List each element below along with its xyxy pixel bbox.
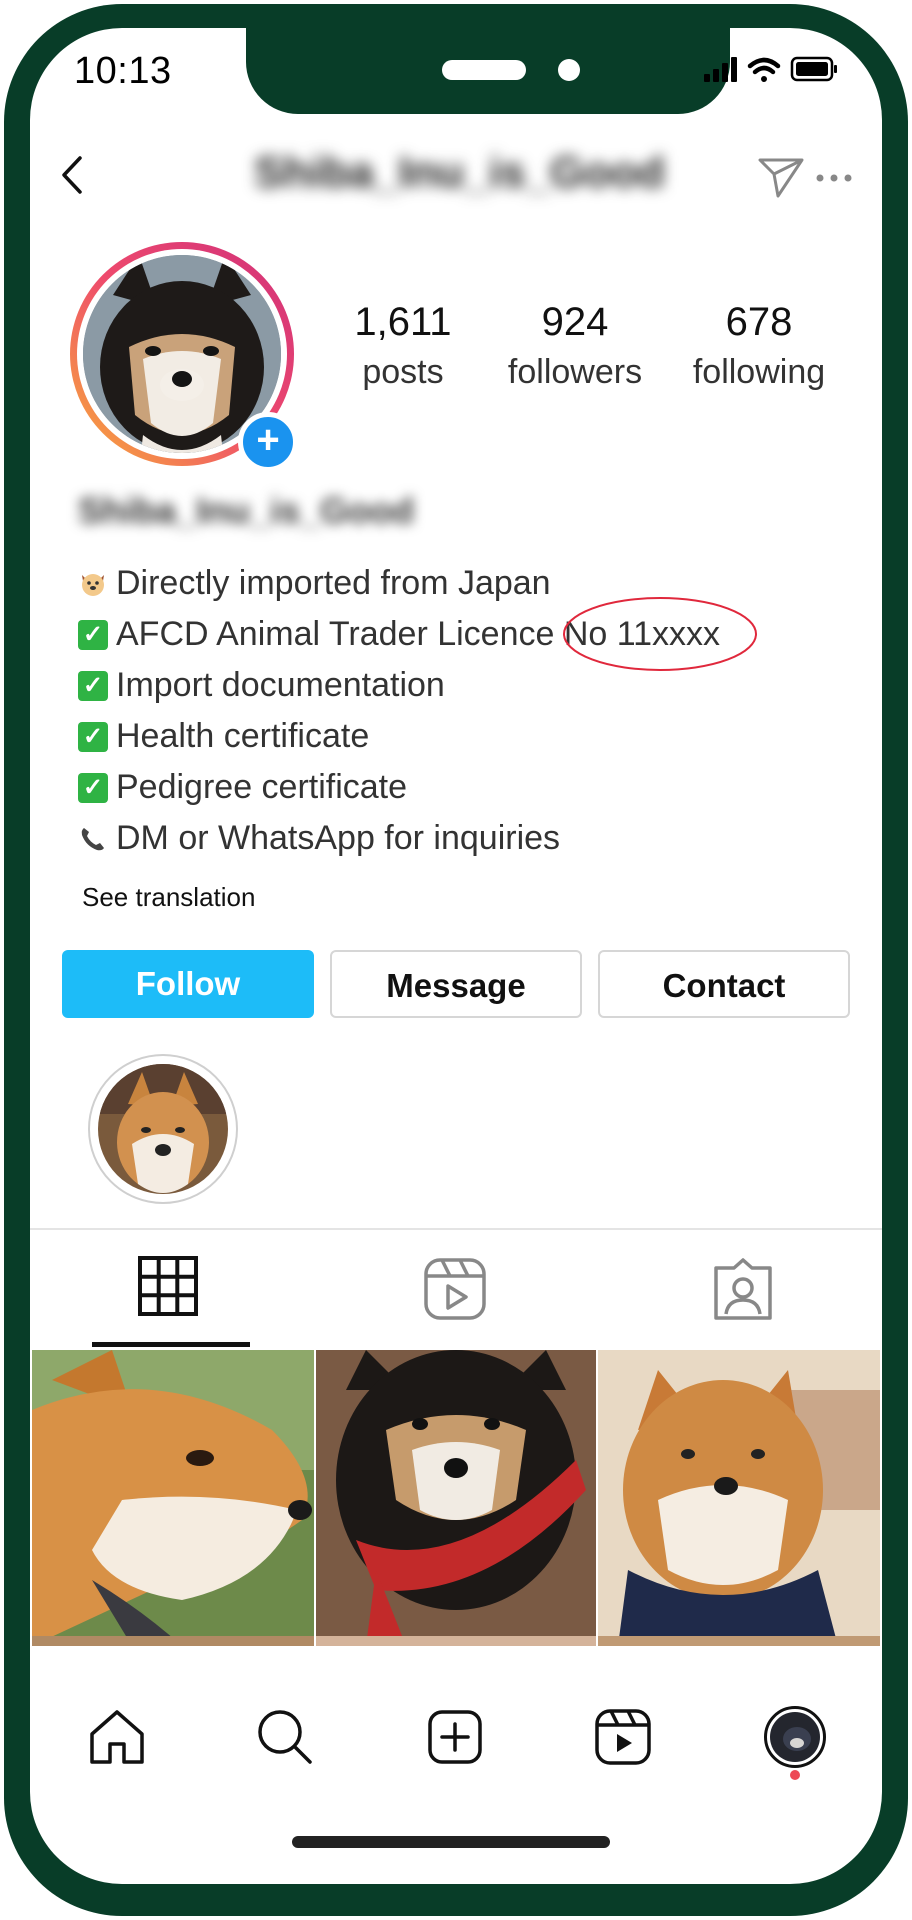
bio-line: DM or WhatsApp for inquiries — [78, 813, 720, 864]
check-mark-icon: ✓ — [78, 772, 108, 803]
shiba-happi-coat-image — [598, 1350, 880, 1646]
followers-label: followers — [507, 353, 643, 391]
profile-nav-avatar[interactable] — [764, 1706, 826, 1768]
posts-label: posts — [362, 353, 444, 391]
grid-post[interactable] — [316, 1350, 596, 1646]
message-button[interactable]: Message — [330, 950, 582, 1018]
header-username: Shiba_Inu_is_Good — [254, 148, 665, 197]
dog-emoji-icon — [78, 569, 108, 599]
see-translation-link[interactable]: See translation — [82, 882, 255, 913]
licence-number-annotation — [563, 597, 757, 671]
add-story-button[interactable]: + — [238, 412, 298, 472]
follow-button[interactable]: Follow — [62, 950, 314, 1018]
contact-button[interactable]: Contact — [598, 950, 850, 1018]
phone-emoji-icon — [78, 824, 108, 854]
reels-nav-icon[interactable] — [592, 1706, 654, 1768]
speaker — [442, 60, 526, 80]
battery-icon — [790, 56, 837, 82]
shiba-black-bandana-image — [316, 1350, 596, 1646]
bio-line: ✓ Pedigree certificate — [78, 762, 720, 813]
following-label: following — [692, 353, 826, 391]
reels-icon[interactable] — [420, 1254, 490, 1324]
posts-count: 1,611 — [354, 300, 452, 344]
grid-icon[interactable] — [136, 1254, 206, 1324]
tabs-top-divider — [30, 1228, 882, 1230]
notch — [246, 28, 730, 114]
shiba-orange-image — [32, 1350, 314, 1646]
check-mark-icon: ✓ — [78, 670, 108, 701]
tagged-icon[interactable] — [708, 1254, 778, 1324]
story-highlight[interactable] — [88, 1054, 238, 1204]
send-icon[interactable] — [756, 154, 806, 200]
more-options-icon[interactable] — [814, 170, 858, 186]
front-camera — [558, 59, 580, 81]
wifi-icon — [747, 57, 781, 82]
search-icon[interactable] — [254, 1706, 316, 1768]
home-icon[interactable] — [86, 1706, 148, 1768]
grid-post[interactable] — [598, 1350, 880, 1646]
profile-name: Shiba_Inu_is_Good — [78, 490, 415, 531]
back-arrow-icon[interactable] — [58, 154, 88, 196]
stat-following[interactable]: 678 following — [676, 300, 842, 392]
stat-posts[interactable]: 1,611 posts — [340, 300, 466, 392]
notification-dot — [790, 1770, 800, 1780]
status-icons — [704, 56, 837, 82]
stat-followers[interactable]: 924 followers — [490, 300, 660, 392]
following-count: 678 — [725, 300, 793, 344]
check-mark-icon: ✓ — [78, 619, 108, 650]
grid-post[interactable] — [32, 1350, 314, 1646]
highlight-image — [98, 1064, 228, 1194]
signal-icon — [704, 57, 737, 82]
check-mark-icon: ✓ — [78, 721, 108, 752]
status-time: 10:13 — [74, 50, 172, 92]
home-indicator — [292, 1836, 610, 1848]
create-icon[interactable] — [424, 1706, 486, 1768]
followers-count: 924 — [541, 300, 609, 344]
nav-avatar-image — [770, 1712, 820, 1762]
bio-line: ✓ Health certificate — [78, 711, 720, 762]
active-tab-indicator — [92, 1342, 250, 1347]
